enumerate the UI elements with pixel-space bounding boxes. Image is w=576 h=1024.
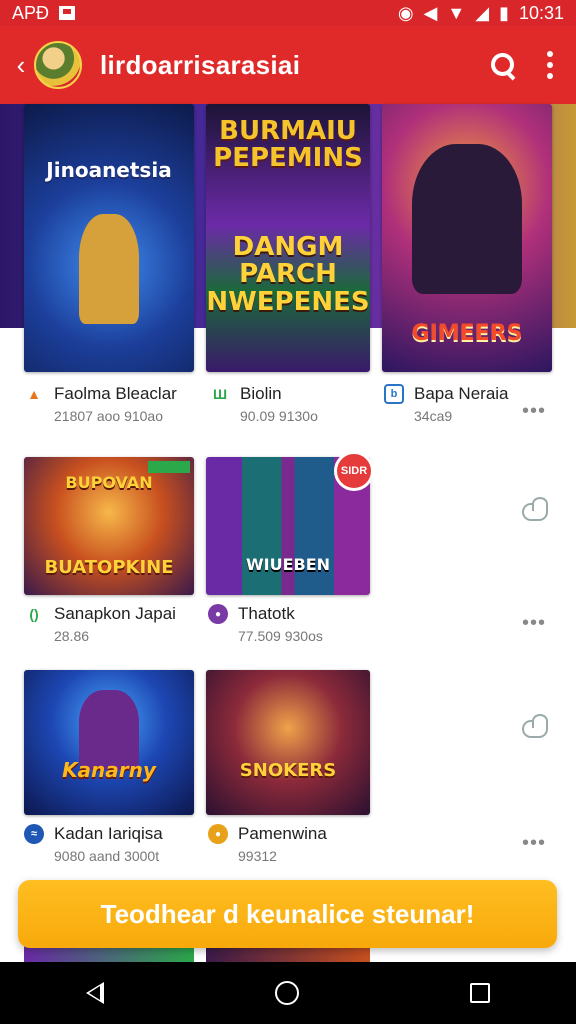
app-icon: ● xyxy=(208,604,228,624)
card-art-text: GIMEERS xyxy=(411,321,523,346)
card-meta-4: () Sanapkon Japai 28.86 xyxy=(24,604,176,644)
nav-back-icon[interactable] xyxy=(85,982,104,1004)
bluetooth-icon: ◀ xyxy=(423,2,438,23)
app-icon: ▲ xyxy=(27,386,41,402)
wifi-icon: ▼ xyxy=(447,2,466,23)
card-subtitle: 34ca9 xyxy=(414,408,453,424)
card-subtitle: 28.86 xyxy=(54,628,90,644)
system-nav-bar xyxy=(0,962,576,1024)
card-subtitle: 21807 aoo 910ao xyxy=(54,408,163,424)
card-art-text: WIUEBEN xyxy=(245,555,331,574)
back-arrow-icon[interactable]: ‹ xyxy=(12,50,30,80)
notification-icon xyxy=(59,6,76,20)
card-title[interactable]: Faolma Bleaclar xyxy=(54,384,177,404)
card-meta-2: Ш Biolin 90.09 9130o xyxy=(210,384,318,424)
card-title[interactable]: Bapa Neraia xyxy=(414,384,509,404)
card-meta-1: ▲ Faolma Bleaclar 21807 aoo 910ao xyxy=(24,384,177,424)
game-card-7[interactable]: SNOKERS xyxy=(206,670,370,815)
status-bar: APÐ ◉ ◀ ▼ ◢ ▮ 10:31 xyxy=(0,0,576,26)
status-right: ◉ ◀ ▼ ◢ ▮ 10:31 xyxy=(398,3,564,24)
location-icon: ◉ xyxy=(397,2,414,23)
avatar[interactable] xyxy=(34,41,82,89)
carrier-label: APÐ xyxy=(12,2,50,23)
app-icon: b xyxy=(384,384,404,404)
card-title[interactable]: Sanapkon Japai xyxy=(54,604,176,624)
game-card-1[interactable]: Jinoanetsia xyxy=(24,104,194,372)
card-art-text: SNOKERS xyxy=(239,760,337,781)
game-card-3[interactable]: GIMEERS xyxy=(382,104,552,372)
app-icon: () xyxy=(29,606,39,622)
more-options-icon[interactable]: ••• xyxy=(522,400,546,423)
game-card-2[interactable]: BURMAIU PEPEMINS DANGM PARCH NWEPENES xyxy=(206,104,370,372)
card-title[interactable]: Pamenwina xyxy=(238,824,327,844)
nav-home-icon[interactable] xyxy=(274,981,299,1005)
card-meta-3: b Bapa Neraia 34ca9 xyxy=(384,384,509,424)
signal-icon: ◢ xyxy=(475,2,490,23)
cloud-download-icon[interactable] xyxy=(522,714,548,738)
game-card-4[interactable]: BUPOVAN BUATOPKINE xyxy=(24,457,194,595)
card-meta-6: ≈ Kadan Iariqisa 9080 aand 3000t xyxy=(24,824,163,864)
card-meta-7: ● Pamenwina 99312 xyxy=(208,824,327,864)
card-subtitle: 9080 aand 3000t xyxy=(54,848,160,864)
card-title[interactable]: Kadan Iariqisa xyxy=(54,824,163,844)
app-icon: ≈ xyxy=(24,824,44,844)
card-art-text: BUATOPKINE xyxy=(44,557,174,578)
overflow-menu-icon[interactable] xyxy=(546,51,554,79)
card-badge xyxy=(148,461,190,473)
card-meta-5: ● Thatotk 77.509 930os xyxy=(208,604,323,644)
cta-button[interactable]: Teodhear d keunalice steunar! xyxy=(18,880,557,948)
game-card-6[interactable]: Kanarny xyxy=(24,670,194,815)
card-subtitle: 90.09 9130o xyxy=(240,408,318,424)
cloud-download-icon[interactable] xyxy=(522,497,548,521)
game-card-5[interactable]: WIUEBEN SIDR xyxy=(206,451,374,595)
card-subtitle: 99312 xyxy=(238,848,277,864)
app-actions xyxy=(490,51,554,79)
app-icon: ● xyxy=(208,824,228,844)
card-art-title: BURMAIU PEPEMINS xyxy=(213,116,363,174)
card-figure xyxy=(412,144,522,294)
card-art-text: DANGM PARCH NWEPENES xyxy=(206,232,370,317)
card-title[interactable]: Biolin xyxy=(240,384,318,404)
card-badge: SIDR xyxy=(334,451,374,491)
card-title[interactable]: Thatotk xyxy=(238,604,323,624)
search-icon[interactable] xyxy=(490,52,516,78)
more-options-icon[interactable]: ••• xyxy=(522,832,546,855)
status-left: APÐ xyxy=(12,2,76,24)
battery-icon: ▮ xyxy=(499,2,509,23)
app-bar: ‹ lirdoarrisarasiai xyxy=(0,26,576,104)
clock: 10:31 xyxy=(518,2,564,23)
card-subtitle: 77.509 930os xyxy=(238,628,323,644)
more-options-icon[interactable]: ••• xyxy=(522,612,546,635)
card-art-text: Jinoanetsia xyxy=(46,158,172,182)
card-art-text: Kanarny xyxy=(62,758,156,782)
card-figure xyxy=(79,214,139,324)
page-title: lirdoarrisarasiai xyxy=(100,49,301,80)
nav-recents-icon[interactable] xyxy=(470,983,491,1003)
card-art-title: BUPOVAN xyxy=(65,473,153,492)
app-icon: Ш xyxy=(212,386,228,402)
